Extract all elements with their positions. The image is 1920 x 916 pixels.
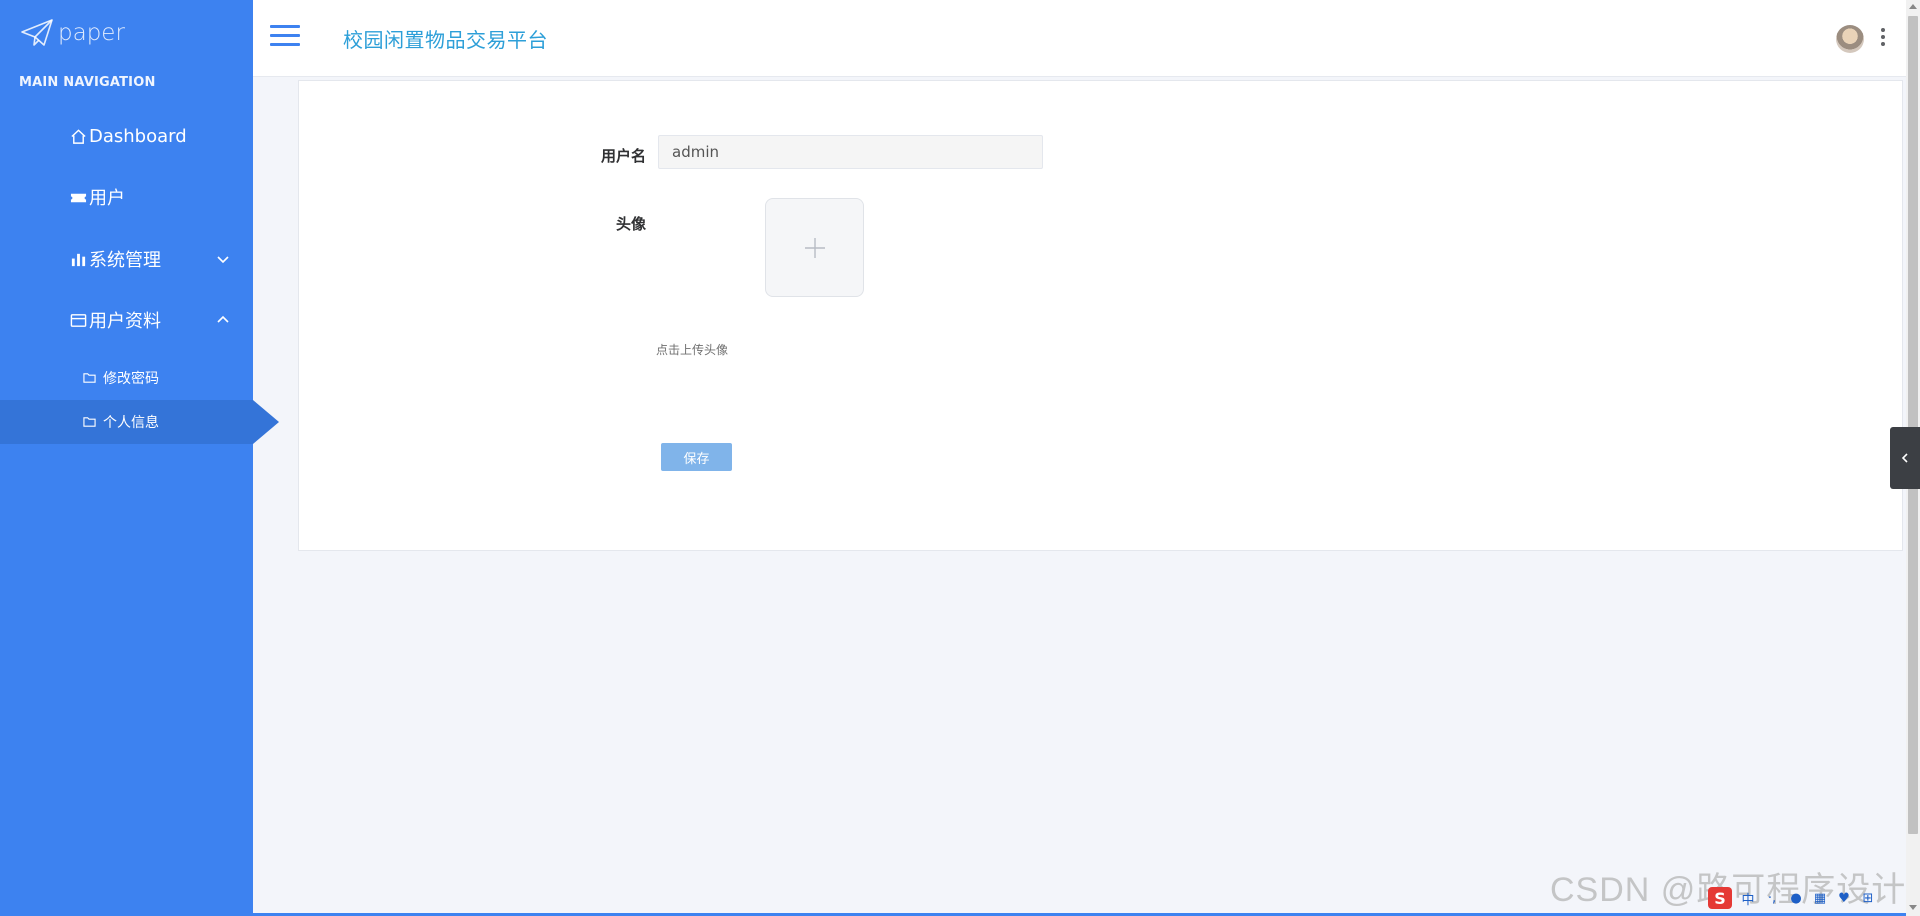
top-header: 校园闲置物品交易平台 [253,0,1906,77]
keyboard-icon[interactable]: ▦ [1812,890,1828,906]
sidebar-item-label: 系统管理 [89,250,161,271]
active-item-indicator [253,400,279,444]
paper-plane-icon [21,19,53,46]
sidebar-item-users[interactable]: 用户 [0,172,253,222]
ticket-icon [69,188,87,206]
microphone-icon[interactable]: ● [1788,890,1804,906]
sidebar-subitem-label: 个人信息 [103,415,159,431]
sidebar-item-dashboard[interactable]: Dashboard [0,111,253,161]
card-icon [69,311,87,329]
username-input[interactable] [658,135,1043,169]
avatar-label: 头像 [615,215,646,233]
ime-toolbar: S 中 ·, ● ▦ ♥ ⊞ [1708,886,1876,910]
sidebar-subitem-change-password[interactable]: 修改密码 [0,356,253,400]
menu-toggle-icon[interactable] [270,25,300,49]
apps-icon[interactable]: ⊞ [1860,890,1876,906]
home-icon [69,127,87,145]
sidebar-item-label: 用户 [89,188,125,209]
nav-heading: MAIN NAVIGATION [19,75,156,90]
folder-icon [83,371,97,385]
sidebar-subitem-label: 修改密码 [103,371,159,387]
ime-mode-icon[interactable]: 中 [1740,890,1756,908]
logo-text: paper [58,20,125,46]
chevron-left-icon [1901,453,1908,463]
sidebar-item-label: 用户资料 [89,311,161,332]
logo[interactable]: paper [20,16,125,50]
skin-icon[interactable]: ♥ [1836,890,1852,906]
sidebar-item-user-profile[interactable]: 用户资料 [0,295,253,345]
chevron-down-icon [217,256,229,264]
app-title: 校园闲置物品交易平台 [343,28,548,52]
scroll-down-arrow[interactable] [1909,905,1917,910]
plus-icon [804,237,825,258]
avatar-upload-button[interactable] [765,198,864,297]
user-avatar[interactable] [1836,25,1864,53]
username-label: 用户名 [600,147,646,165]
save-button[interactable]: 保存 [661,443,732,471]
sidebar-item-system-management[interactable]: 系统管理 [0,234,253,284]
bar-chart-icon [69,250,87,268]
scroll-thumb[interactable] [1908,16,1918,834]
chevron-up-icon [217,315,229,323]
upload-hint: 点击上传头像 [656,343,729,357]
profile-form-card: 用户名 头像 点击上传头像 保存 [298,80,1903,551]
sidebar: paper MAIN NAVIGATION Dashboard 用户 系统管理 … [0,0,253,916]
side-panel-toggle[interactable] [1890,427,1920,489]
sidebar-subitem-personal-info[interactable]: 个人信息 [0,400,253,444]
more-vertical-icon[interactable] [1880,28,1886,50]
folder-icon [83,415,97,429]
sidebar-item-label: Dashboard [89,125,187,147]
scroll-up-arrow[interactable] [1909,4,1917,9]
ime-logo-icon[interactable]: S [1708,887,1732,909]
punctuation-icon[interactable]: ·, [1764,890,1780,906]
